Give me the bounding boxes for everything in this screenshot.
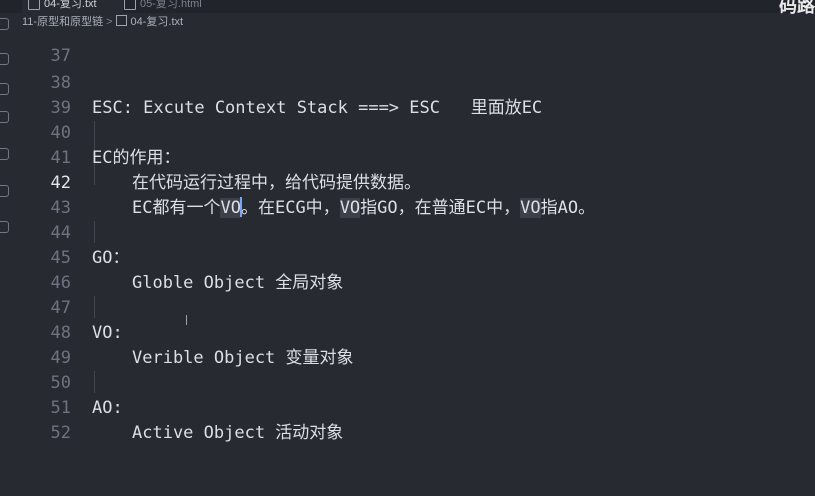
code-line[interactable]: 50 AO: <box>16 346 815 418</box>
search-icon[interactable] <box>0 53 9 65</box>
source-control-icon[interactable] <box>0 83 9 95</box>
code-line[interactable]: 45 Globle Object 全局对象 <box>16 221 815 293</box>
code-line[interactable]: 37 <box>16 19 815 66</box>
tab-04-review-txt[interactable]: 04-复习.txt <box>22 0 123 13</box>
code-line[interactable]: 44 GO： <box>16 196 815 268</box>
code-line[interactable]: 38 ESC: Excute Context Stack ===> ESC 里面… <box>16 46 815 118</box>
code-editor[interactable]: 37 38 ESC: Excute Context Stack ===> ESC… <box>16 31 815 443</box>
code-line[interactable]: 39 <box>16 71 815 118</box>
run-debug-icon[interactable] <box>0 111 9 123</box>
code-line[interactable]: 51 Active Object 活动对象 <box>16 371 815 443</box>
tab-label: 05-复习.html <box>140 0 202 10</box>
testing-icon[interactable] <box>0 221 9 233</box>
code-line[interactable]: 46 <box>16 246 815 293</box>
html-file-icon <box>124 0 136 11</box>
code-line[interactable]: 43 <box>16 171 815 218</box>
remote-icon[interactable] <box>0 185 9 197</box>
file-icon <box>28 0 40 11</box>
extensions-icon[interactable] <box>0 148 9 160</box>
tab-bar: 04-复习.txt 05-复习.html 码路 <box>0 0 815 16</box>
code-line[interactable]: 47 VO: <box>16 271 815 343</box>
code-line[interactable]: 49 <box>16 321 815 368</box>
code-line[interactable]: 48 Verible Object 变量对象 <box>16 296 815 368</box>
code-line[interactable]: 40 EC的作用： <box>16 96 815 168</box>
tab-label: 04-复习.txt <box>44 0 97 10</box>
code-line-current[interactable]: 42 EC都有一个VO。在ECG中，VO指GO，在普通EC中，VO指AO。 <box>16 146 815 218</box>
code-line[interactable]: 41 在代码运行过程中，给代码提供数据。 <box>16 121 815 193</box>
mouse-ibeam-cursor <box>186 315 187 325</box>
line-number: 52 <box>50 423 71 443</box>
activity-bar <box>0 13 16 424</box>
line-text: Active Object 活动对象 <box>132 423 344 443</box>
tab-05-review-html[interactable]: 05-复习.html <box>118 0 234 13</box>
explorer-icon[interactable] <box>0 18 9 30</box>
code-line[interactable]: 52 <box>16 396 815 443</box>
